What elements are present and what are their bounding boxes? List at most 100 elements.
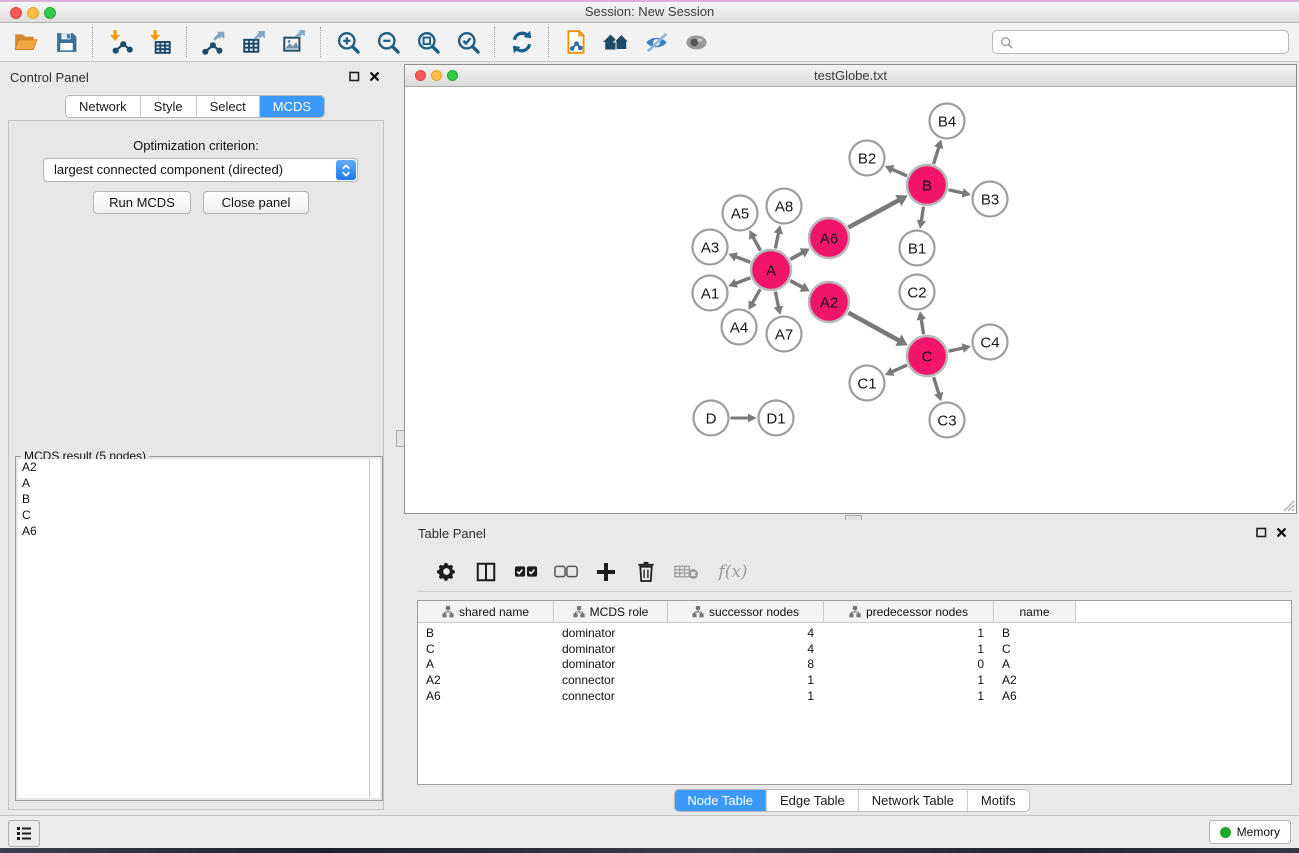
resize-grip-icon[interactable] (1281, 498, 1295, 512)
graph-node-C2[interactable]: C2 (900, 275, 935, 310)
graph-node-C1[interactable]: C1 (850, 366, 885, 401)
graph-edge-B-B3[interactable] (948, 188, 970, 197)
show-all-button[interactable] (676, 26, 716, 58)
mcds-result-item[interactable]: A6 (18, 523, 380, 539)
graph-edge-A2-C[interactable] (848, 313, 907, 346)
graph-node-A7[interactable]: A7 (767, 317, 802, 352)
select-all-button[interactable] (511, 557, 541, 587)
graph-edge-A-A6[interactable] (790, 248, 809, 259)
graph-edge-C-C1[interactable] (885, 365, 907, 376)
graph-node-A4[interactable]: A4 (722, 310, 757, 345)
column-header-name[interactable]: name (994, 601, 1076, 622)
new-network-from-selection-button[interactable] (556, 26, 596, 58)
search-field[interactable] (992, 30, 1289, 54)
mcds-result-item[interactable]: A2 (18, 459, 380, 475)
tab-network-table[interactable]: Network Table (858, 790, 967, 811)
open-file-button[interactable] (6, 26, 46, 58)
mcds-result-item[interactable]: C (18, 507, 380, 523)
search-input[interactable] (1018, 32, 1288, 52)
tab-select[interactable]: Select (196, 96, 259, 117)
graph-edge-A6-B[interactable] (848, 195, 907, 228)
zoom-in-button[interactable] (328, 26, 368, 58)
show-panels-button[interactable] (8, 820, 40, 847)
column-header-successor-nodes[interactable]: successor nodes (668, 601, 824, 622)
graph-node-A3[interactable]: A3 (693, 230, 728, 265)
graph-edge-A-A8[interactable] (774, 225, 783, 248)
graph-edge-D-D1[interactable] (731, 414, 757, 423)
graph-edge-C-C3[interactable] (934, 377, 944, 401)
graph-node-C3[interactable]: C3 (930, 403, 965, 438)
new-column-button[interactable] (591, 557, 621, 587)
graph-node-A8[interactable]: A8 (767, 189, 802, 224)
export-network-button[interactable] (194, 26, 234, 58)
refresh-button[interactable] (502, 26, 542, 58)
graph-edge-C-C4[interactable] (948, 343, 970, 352)
table-row[interactable]: Bdominator41B (418, 625, 1291, 641)
mcds-result-item[interactable]: B (18, 491, 380, 507)
maximize-window-button[interactable] (44, 7, 56, 19)
home-button[interactable] (596, 26, 636, 58)
mcds-result-list[interactable]: A2ABCA6 (18, 459, 380, 798)
column-header-shared-name[interactable]: shared name (418, 601, 554, 622)
hide-selected-button[interactable] (636, 26, 676, 58)
graph-node-A6[interactable]: A6 (809, 218, 849, 258)
export-image-button[interactable] (274, 26, 314, 58)
tab-motifs[interactable]: Motifs (967, 790, 1029, 811)
graph-node-D[interactable]: D (694, 401, 729, 436)
graph-edge-C-C2[interactable] (917, 311, 926, 334)
minimize-network-window-button[interactable] (431, 70, 442, 81)
function-builder-button[interactable]: f(x) (711, 557, 755, 587)
graph-edge-A-A7[interactable] (774, 292, 783, 315)
zoom-fit-button[interactable] (408, 26, 448, 58)
list-scrollbar[interactable] (369, 459, 380, 798)
mcds-result-item[interactable]: A (18, 475, 380, 491)
table-options-button[interactable] (431, 557, 461, 587)
tab-network[interactable]: Network (66, 96, 140, 117)
graph-edge-A-A2[interactable] (790, 281, 809, 292)
tab-edge-table[interactable]: Edge Table (766, 790, 858, 811)
graph-node-B1[interactable]: B1 (900, 231, 935, 266)
graph-edge-A-A4[interactable] (749, 289, 761, 310)
zoom-selected-button[interactable] (448, 26, 488, 58)
graph-node-C[interactable]: C (907, 336, 947, 376)
graph-edge-A-A1[interactable] (728, 278, 750, 288)
table-row[interactable]: A2connector11A2 (418, 672, 1291, 688)
show-columns-button[interactable] (471, 557, 501, 587)
import-network-button[interactable] (100, 26, 140, 58)
graph-edge-B-B1[interactable] (917, 207, 926, 229)
close-network-window-button[interactable] (415, 70, 426, 81)
float-table-panel-icon[interactable] (1256, 527, 1267, 538)
memory-button[interactable]: Memory (1209, 820, 1291, 844)
tab-mcds[interactable]: MCDS (259, 96, 324, 117)
delete-columns-button[interactable] (631, 557, 661, 587)
criterion-dropdown[interactable]: largest connected component (directed) (43, 158, 358, 182)
zoom-out-button[interactable] (368, 26, 408, 58)
graph-edge-A-A5[interactable] (749, 230, 760, 251)
graph-node-A5[interactable]: A5 (723, 196, 758, 231)
graph-node-B2[interactable]: B2 (850, 141, 885, 176)
import-table-button[interactable] (140, 26, 180, 58)
tab-node-table[interactable]: Node Table (674, 790, 766, 811)
network-canvas[interactable]: AA6A2BCA5A8A3A1A4A7B2B4B3B1C2C4C1C3DD1 (405, 87, 1296, 513)
deselect-all-button[interactable] (551, 557, 581, 587)
delete-table-button[interactable] (671, 557, 701, 587)
graph-node-D1[interactable]: D1 (759, 401, 794, 436)
maximize-network-window-button[interactable] (447, 70, 458, 81)
graph-edge-B-B2[interactable] (885, 165, 907, 176)
close-panel-button[interactable]: Close panel (203, 191, 309, 214)
table-row[interactable]: Adominator80A (418, 656, 1291, 672)
tab-style[interactable]: Style (140, 96, 196, 117)
graph-node-A2[interactable]: A2 (809, 282, 849, 322)
table-row[interactable]: A6connector11A6 (418, 688, 1291, 704)
graph-node-C4[interactable]: C4 (973, 325, 1008, 360)
graph-node-B4[interactable]: B4 (930, 104, 965, 139)
run-mcds-button[interactable]: Run MCDS (93, 191, 191, 214)
network-window-titlebar[interactable]: testGlobe.txt (405, 65, 1296, 87)
table-row[interactable]: Cdominator41C (418, 641, 1291, 657)
graph-node-A[interactable]: A (751, 250, 791, 290)
float-panel-icon[interactable] (349, 71, 360, 82)
save-session-button[interactable] (46, 26, 86, 58)
export-table-button[interactable] (234, 26, 274, 58)
close-window-button[interactable] (10, 7, 22, 19)
graph-node-A1[interactable]: A1 (693, 276, 728, 311)
